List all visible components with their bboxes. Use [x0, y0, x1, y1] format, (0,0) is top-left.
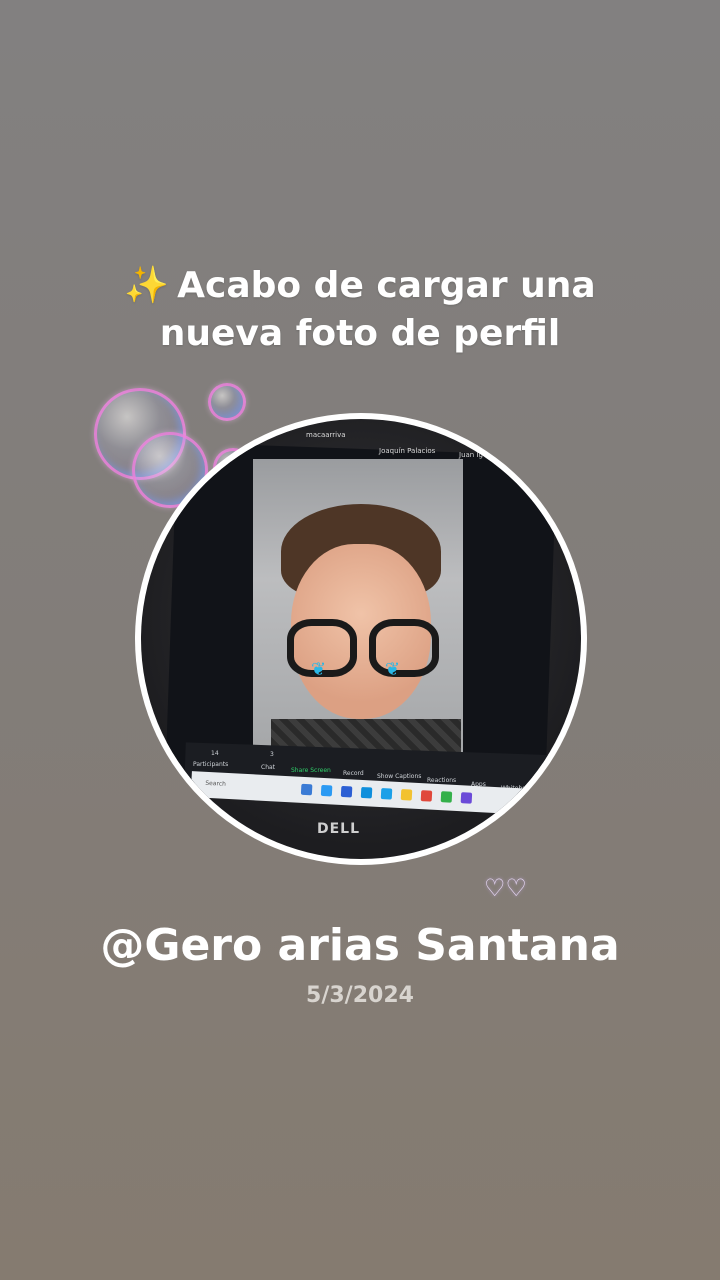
- zoom-captions-button: Show Captions: [377, 773, 422, 780]
- chat-badge: 3: [270, 751, 274, 758]
- zoom-share-screen-button: Share Screen: [291, 767, 331, 774]
- headline-text-2: nueva foto de perfil: [159, 313, 561, 354]
- profile-photo-image: macaarriva Joaquín Palacios Juan Ig ❦ ❦ …: [141, 419, 581, 859]
- taskbar-app-icon: [300, 783, 313, 796]
- butterfly-icon: ❦: [311, 659, 327, 680]
- tile-name: Joaquín Palacios: [379, 447, 436, 455]
- glasses-icon: [369, 619, 439, 677]
- headline-text-1: Acabo de cargar una: [177, 265, 596, 306]
- taskbar-app-icon: [420, 790, 433, 802]
- taskbar-app-icon: [320, 784, 333, 797]
- hearts-icon: ♡♡: [484, 874, 528, 902]
- profile-date: 5/3/2024: [306, 983, 414, 1008]
- taskbar-app-icon: [460, 792, 473, 804]
- participants-count: 14: [211, 750, 219, 757]
- tile-name: Juan Ig: [459, 451, 483, 459]
- zoom-chat-button: Chat: [261, 764, 276, 771]
- butterfly-icon: ❦: [385, 659, 401, 680]
- taskbar-search: Search: [205, 779, 227, 788]
- zoom-record-button: Record: [343, 770, 364, 777]
- taskbar-app-icon: [380, 788, 393, 800]
- headline: ✨ Acabo de cargar una nueva foto de perfi…: [60, 262, 660, 358]
- taskbar-app-icon: [440, 791, 453, 803]
- taskbar-app-icon: [340, 785, 353, 798]
- zoom-participants-button: Participants: [193, 761, 229, 768]
- profile-name: @Gero arias Santana: [100, 920, 620, 971]
- taskbar-app-icon: [360, 786, 373, 799]
- headline-line1: ✨ Acabo de cargar una: [60, 262, 660, 310]
- sparkles-icon: ✨: [124, 265, 170, 306]
- tile-name: macaarriva: [306, 431, 346, 439]
- taskbar-app-icon: [400, 789, 413, 801]
- profile-photo[interactable]: macaarriva Joaquín Palacios Juan Ig ❦ ❦ …: [135, 413, 587, 865]
- dell-logo: DELL: [317, 821, 361, 837]
- bubble-decoration: [208, 383, 246, 421]
